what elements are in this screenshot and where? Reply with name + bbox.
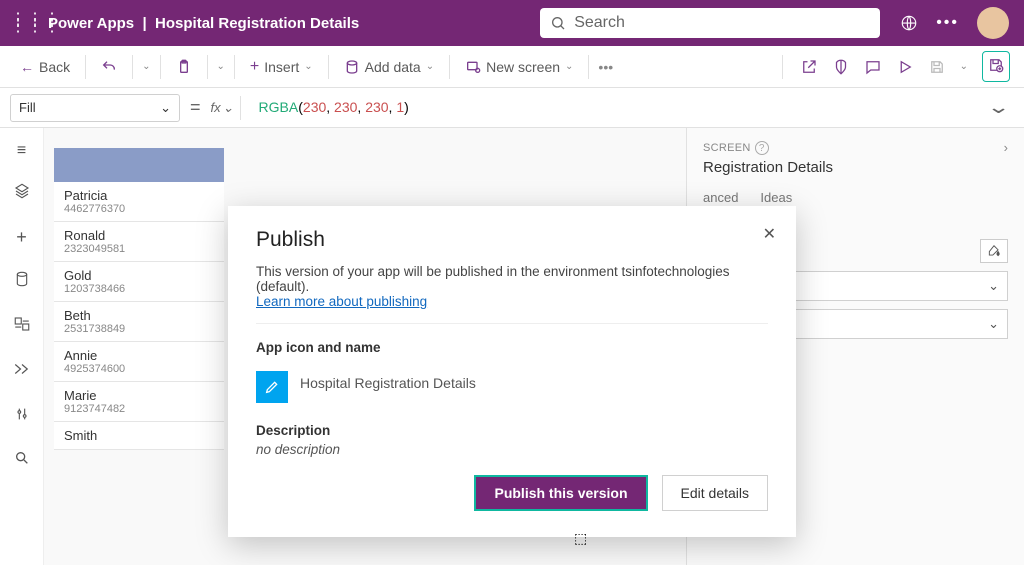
learn-more-link[interactable]: Learn more about publishing xyxy=(256,294,427,309)
dialog-title: Publish xyxy=(256,228,768,252)
description-label: Description xyxy=(256,423,768,438)
app-icon xyxy=(256,371,288,403)
cursor-icon: ⬚ xyxy=(574,530,587,547)
pencil-icon xyxy=(264,379,280,395)
dialog-body: This version of your app will be publish… xyxy=(256,264,768,309)
app-name: Hospital Registration Details xyxy=(300,375,476,391)
edit-details-button[interactable]: Edit details xyxy=(662,475,768,511)
close-icon[interactable]: ✕ xyxy=(763,224,776,244)
description-value: no description xyxy=(256,442,768,457)
publish-this-version-button[interactable]: Publish this version xyxy=(474,475,647,511)
app-icon-label: App icon and name xyxy=(256,340,768,355)
publish-dialog: Publish ✕ This version of your app will … xyxy=(228,206,796,537)
